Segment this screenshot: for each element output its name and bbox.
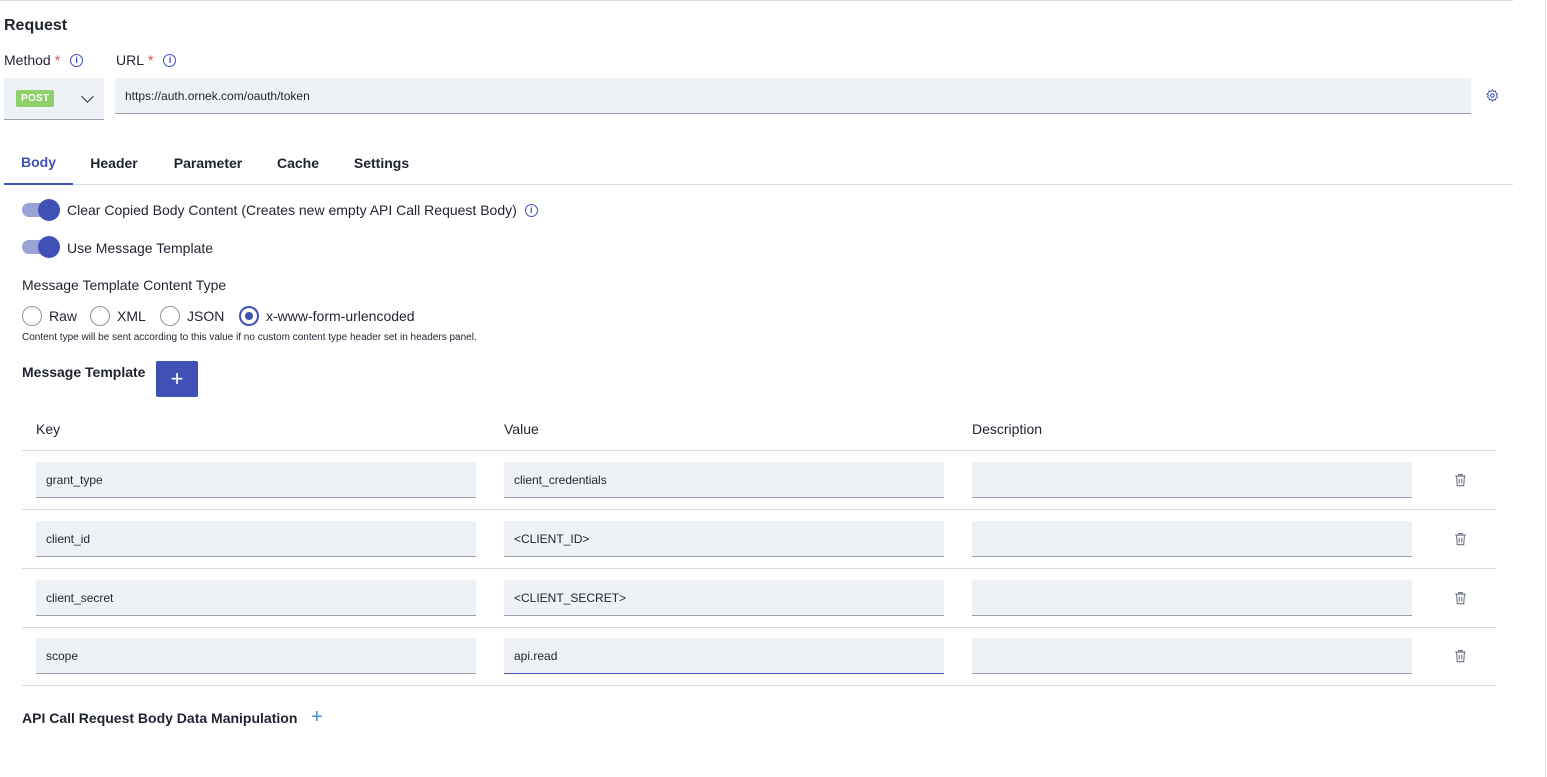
use-template-label: Use Message Template	[67, 240, 214, 256]
trash-icon[interactable]	[1454, 591, 1467, 605]
table-row	[22, 451, 1496, 510]
trash-icon[interactable]	[1454, 649, 1467, 663]
radio-label: x-www-form-urlencoded	[266, 308, 415, 324]
description-input[interactable]	[972, 462, 1412, 498]
table-header: Key Value Description	[22, 409, 1496, 451]
column-header-value: Value	[504, 421, 539, 437]
method-label-group: Method * i	[4, 52, 84, 68]
method-badge: POST	[16, 90, 55, 107]
radio-label: XML	[117, 308, 146, 324]
radio-label: JSON	[187, 308, 225, 324]
right-border	[1545, 0, 1546, 777]
value-input[interactable]	[504, 462, 944, 498]
chevron-down-icon	[81, 90, 94, 103]
key-input[interactable]	[36, 580, 476, 616]
required-mark: *	[54, 52, 61, 68]
tab-header[interactable]: Header	[84, 140, 144, 185]
radio-xml[interactable]: XML	[90, 306, 146, 326]
message-template-title: Message Template	[22, 364, 146, 380]
radio-raw[interactable]: Raw	[22, 306, 77, 326]
description-input[interactable]	[972, 638, 1412, 674]
section-title: Request	[4, 17, 68, 34]
clear-body-toggle[interactable]	[22, 199, 60, 221]
table-row	[22, 569, 1496, 628]
method-label: Method	[4, 52, 51, 68]
plus-icon: +	[170, 366, 184, 391]
value-input[interactable]	[504, 580, 944, 616]
radio-form-urlencoded[interactable]: x-www-form-urlencoded	[239, 306, 415, 326]
key-input[interactable]	[36, 462, 476, 498]
info-icon[interactable]: i	[163, 53, 177, 67]
url-input[interactable]	[115, 78, 1471, 114]
content-type-hint: Content type will be sent according to t…	[22, 332, 477, 343]
use-template-toggle[interactable]	[22, 236, 60, 258]
radio-label: Raw	[49, 308, 78, 324]
value-input[interactable]	[504, 521, 944, 557]
trash-icon[interactable]	[1454, 532, 1467, 546]
tab-parameter[interactable]: Parameter	[167, 140, 249, 185]
table-row	[22, 510, 1496, 569]
radio-json[interactable]: JSON	[160, 306, 224, 326]
plus-icon[interactable]: +	[311, 707, 323, 727]
key-input[interactable]	[36, 638, 476, 674]
clear-body-label-group: Clear Copied Body Content (Creates new e…	[67, 202, 538, 218]
info-icon[interactable]: i	[70, 53, 84, 67]
gear-icon[interactable]	[1486, 89, 1499, 102]
tab-cache[interactable]: Cache	[271, 140, 325, 185]
column-header-description: Description	[972, 421, 1043, 437]
value-input[interactable]	[504, 638, 944, 674]
tab-body[interactable]: Body	[4, 140, 73, 185]
trash-icon[interactable]	[1454, 473, 1467, 487]
key-input[interactable]	[36, 521, 476, 557]
description-input[interactable]	[972, 521, 1412, 557]
content-type-heading: Message Template Content Type	[22, 277, 227, 293]
top-divider	[0, 0, 1513, 1]
method-select[interactable]: POST	[4, 78, 104, 120]
info-icon[interactable]: i	[524, 203, 538, 217]
tab-settings[interactable]: Settings	[348, 140, 415, 185]
description-input[interactable]	[972, 580, 1412, 616]
table-row	[22, 627, 1496, 686]
required-mark: *	[148, 52, 154, 68]
clear-body-label: Clear Copied Body Content (Creates new e…	[67, 202, 517, 218]
url-label: URL	[116, 52, 145, 68]
column-header-key: Key	[36, 421, 61, 437]
data-manipulation-title: API Call Request Body Data Manipulation	[22, 710, 298, 726]
tab-bar: Body Header Parameter Cache Settings	[4, 140, 1513, 185]
url-label-group: URL * i	[116, 52, 177, 68]
add-template-row-button[interactable]: +	[156, 361, 198, 397]
